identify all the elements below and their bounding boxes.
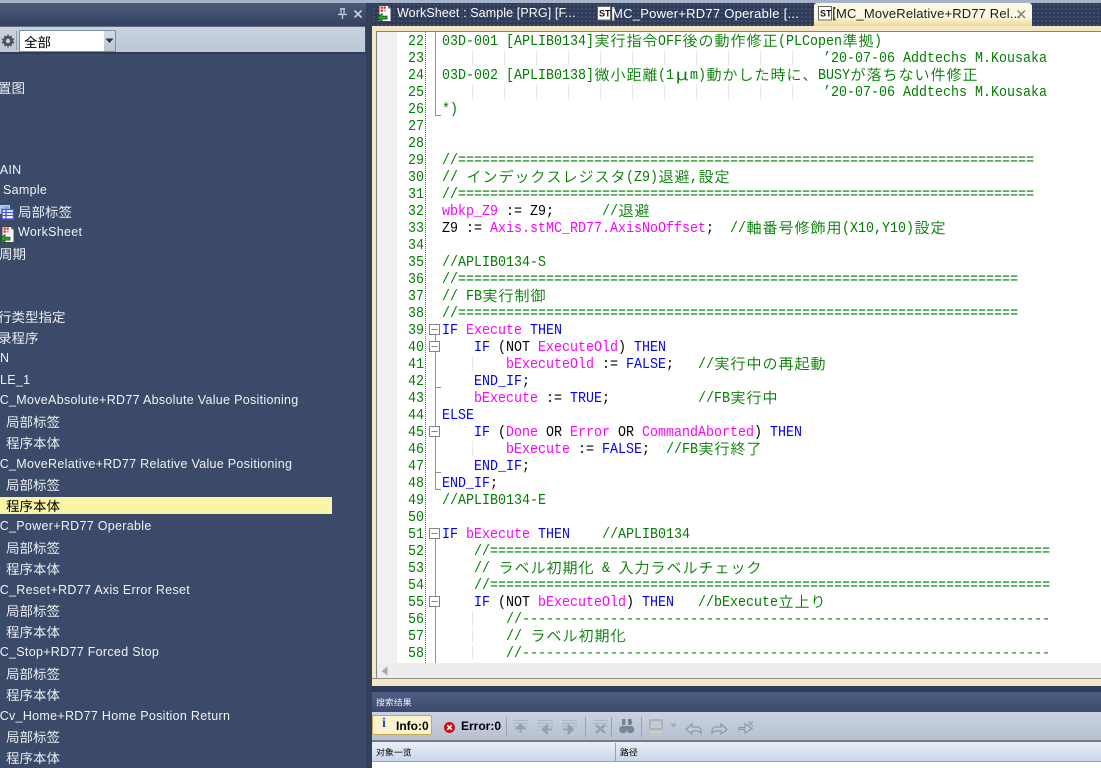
svg-text:ST: ST [599,9,611,19]
svg-text:ST: ST [820,9,832,19]
